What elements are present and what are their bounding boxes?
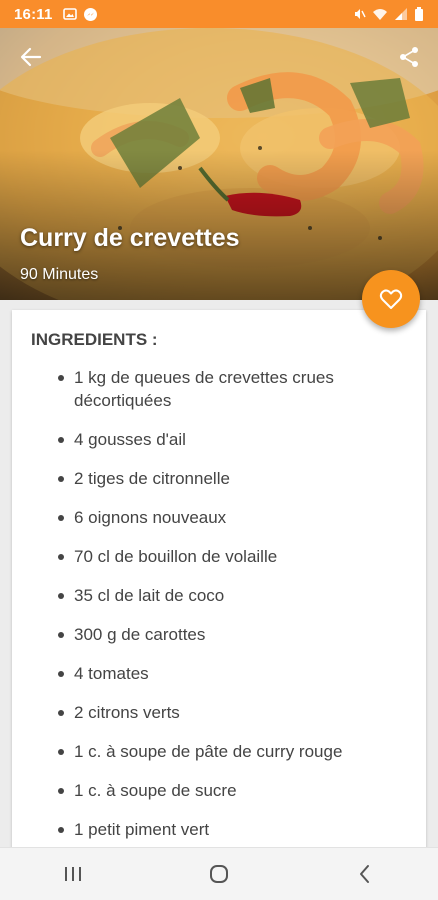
image-icon [62,8,77,20]
list-item: 1 c. à soupe de pâte de curry rouge [58,740,414,763]
status-time: 16:11 [14,5,53,23]
back-icon [360,865,369,883]
status-bar: 16:11 [0,0,438,28]
list-item: 6 oignons nouveaux [58,506,414,529]
nav-back-button[interactable] [335,854,395,894]
list-item: 4 gousses d'ail [58,428,414,451]
list-item: 35 cl de lait de coco [58,584,414,607]
recipe-duration: 90 Minutes [20,266,99,283]
heart-icon [379,289,403,309]
list-item: 1 c. à soupe de sucre [58,779,414,802]
list-item: 1 kg de queues de crevettes crues décort… [58,366,414,412]
recents-button[interactable] [43,854,103,894]
share-icon [400,47,418,67]
mute-icon [355,9,366,19]
share-button[interactable] [394,42,424,72]
signal-icon [395,8,407,20]
recents-icon [65,867,81,881]
wifi-icon [373,9,387,20]
recipe-hero-image: Curry de crevettes 90 Minutes [0,28,438,300]
favorite-button[interactable] [362,270,420,328]
list-item: 2 tiges de citronnelle [58,467,414,490]
list-item: 2 citrons verts [58,701,414,724]
list-item: 300 g de carottes [58,623,414,646]
home-button[interactable] [189,854,249,894]
arrow-left-icon [20,47,42,67]
recipe-title: Curry de crevettes [20,224,240,252]
ingredients-list: 1 kg de queues de crevettes crues décort… [12,366,414,857]
ingredients-heading: INGREDIENTS : [31,330,158,349]
list-item: 1 petit piment vert [58,818,414,841]
list-item: 70 cl de bouillon de volaille [58,545,414,568]
ingredients-card: INGREDIENTS : 1 kg de queues de crevette… [12,310,426,870]
system-navigation-bar [0,847,438,900]
battery-icon [415,6,423,21]
list-item: 4 tomates [58,662,414,685]
back-button[interactable] [16,42,46,72]
home-icon [210,865,228,883]
messenger-icon [83,7,97,21]
